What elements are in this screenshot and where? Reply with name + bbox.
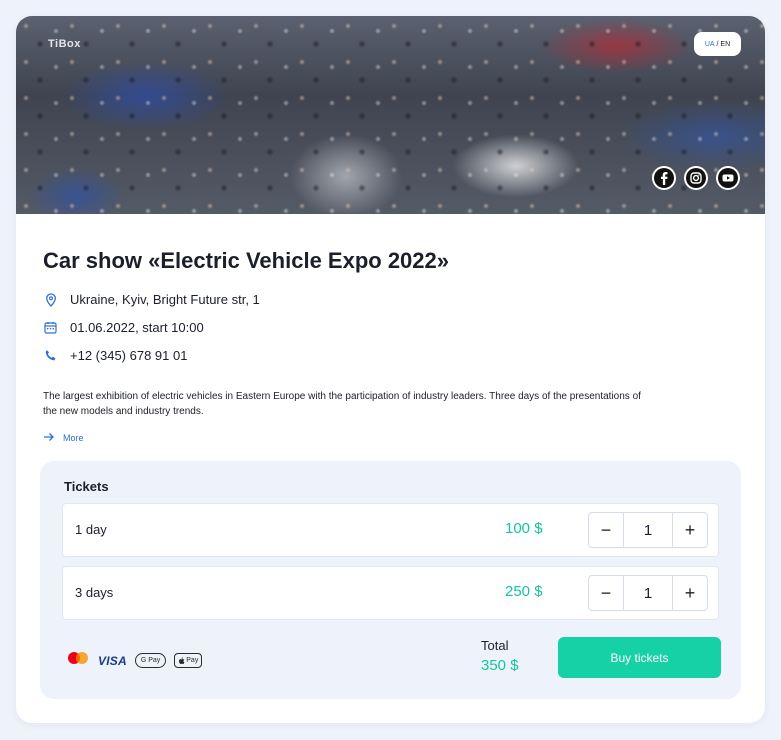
ticket-price: 250 $ <box>505 583 543 600</box>
calendar-icon <box>43 320 58 335</box>
phone-icon <box>43 348 58 363</box>
google-pay-icon: G Pay <box>134 653 167 668</box>
facebook-icon[interactable] <box>652 166 676 190</box>
quantity-stepper: − 1 + <box>588 512 708 548</box>
ticket-name: 1 day <box>75 522 107 537</box>
decrease-button[interactable]: − <box>589 513 624 547</box>
quantity-value[interactable]: 1 <box>624 576 672 610</box>
brand-logo: TiBox <box>48 38 81 50</box>
quantity-value[interactable]: 1 <box>624 513 672 547</box>
location-pin-icon <box>43 292 58 307</box>
lang-en[interactable]: EN <box>720 41 730 48</box>
lang-ua[interactable]: UA <box>705 41 715 48</box>
quantity-stepper: − 1 + <box>588 575 708 611</box>
event-title: Car show «Electric Vehicle Expo 2022» <box>43 248 449 273</box>
more-label[interactable]: More <box>63 433 84 443</box>
event-hero-image: TiBox UA / EN <box>16 16 765 214</box>
apple-pay-icon: Pay <box>174 653 203 668</box>
event-card: TiBox UA / EN Car show «Electric Vehicle… <box>16 16 765 723</box>
mastercard-icon <box>66 651 90 670</box>
ticket-row-1day: 1 day 100 $ − 1 + <box>62 503 719 557</box>
arrow-right-icon <box>43 432 55 444</box>
more-link[interactable]: More <box>43 432 84 444</box>
language-switcher[interactable]: UA / EN <box>694 32 741 56</box>
increase-button[interactable]: + <box>672 576 707 610</box>
apple-pay-label: Pay <box>186 657 199 664</box>
increase-button[interactable]: + <box>672 513 707 547</box>
decrease-button[interactable]: − <box>589 576 624 610</box>
total-label: Total <box>481 638 509 653</box>
ticket-name: 3 days <box>75 585 114 600</box>
instagram-icon[interactable] <box>684 166 708 190</box>
date-text: 01.06.2022, start 10:00 <box>70 320 204 335</box>
total-value: 350 $ <box>481 657 519 674</box>
ticket-price: 100 $ <box>505 520 543 537</box>
location-text: Ukraine, Kyiv, Bright Future str, 1 <box>70 292 260 307</box>
event-phone: +12 (345) 678 91 01 <box>43 348 187 363</box>
payment-methods: VISA G Pay Pay <box>66 651 203 670</box>
youtube-icon[interactable] <box>716 166 740 190</box>
phone-text[interactable]: +12 (345) 678 91 01 <box>70 348 187 363</box>
buy-tickets-button[interactable]: Buy tickets <box>558 637 721 678</box>
tickets-panel: Tickets 1 day 100 $ − 1 + 3 days 250 $ −… <box>40 461 741 699</box>
visa-icon: VISA <box>98 653 127 668</box>
ticket-row-3days: 3 days 250 $ − 1 + <box>62 566 719 620</box>
event-description: The largest exhibition of electric vehic… <box>43 391 641 417</box>
event-location: Ukraine, Kyiv, Bright Future str, 1 <box>43 292 260 307</box>
event-date: 01.06.2022, start 10:00 <box>43 320 204 335</box>
tickets-title: Tickets <box>64 479 109 494</box>
